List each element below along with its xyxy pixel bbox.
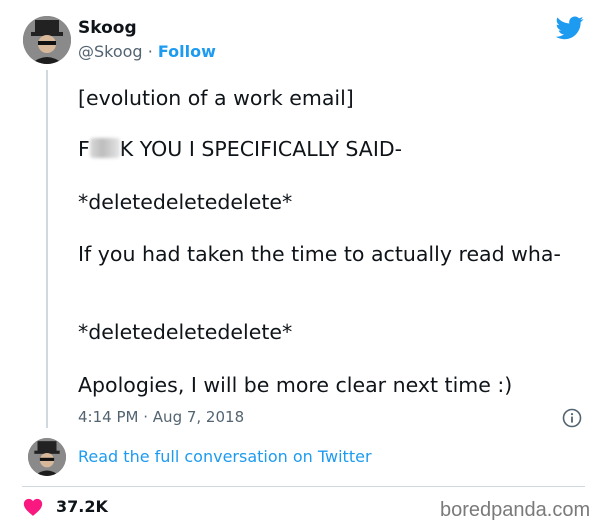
watermark: boredpanda.com [440, 499, 591, 521]
tweet-line-2: F K YOU I SPECIFICALLY SAID- [78, 135, 588, 164]
follow-button[interactable]: Follow [158, 42, 216, 61]
tweet-line-5: *deletedeletedelete* [78, 320, 293, 344]
display-name[interactable]: Skoog [78, 18, 137, 38]
read-conversation-link[interactable]: Read the full conversation on Twitter [78, 447, 372, 466]
tweet-date: Aug 7, 2018 [152, 408, 245, 426]
avatar[interactable] [23, 16, 71, 64]
tweet-line-6: Apologies, I will be more clear next tim… [78, 373, 513, 397]
divider [22, 486, 585, 487]
tweet-line-2-rest: K YOU I SPECIFICALLY SAID- [119, 137, 403, 161]
timestamp[interactable]: 4:14 PM · Aug 7, 2018 [78, 408, 244, 426]
heart-icon[interactable] [23, 497, 43, 517]
tweet-line-1: [evolution of a work email] [78, 86, 354, 110]
meta-separator: · [143, 408, 149, 426]
tweet-time: 4:14 PM [78, 408, 139, 426]
tweet-line-2-prefix: F [78, 137, 90, 161]
tweet-line-3: *deletedeletedelete* [78, 190, 293, 214]
censored-blur [89, 138, 120, 158]
separator-dot: · [147, 42, 153, 61]
reply-avatar[interactable] [28, 438, 66, 476]
info-icon[interactable] [562, 408, 582, 428]
thread-line [46, 70, 48, 428]
tweet-line-4: If you had taken the time to actually re… [78, 242, 561, 266]
twitter-bird-icon[interactable] [556, 16, 584, 40]
like-count[interactable]: 37.2K [56, 497, 108, 516]
handle[interactable]: @Skoog [78, 42, 143, 61]
tweet-card: Skoog @Skoog · Follow [evolution of a wo… [0, 0, 605, 531]
handle-row: @Skoog · Follow [78, 42, 216, 61]
